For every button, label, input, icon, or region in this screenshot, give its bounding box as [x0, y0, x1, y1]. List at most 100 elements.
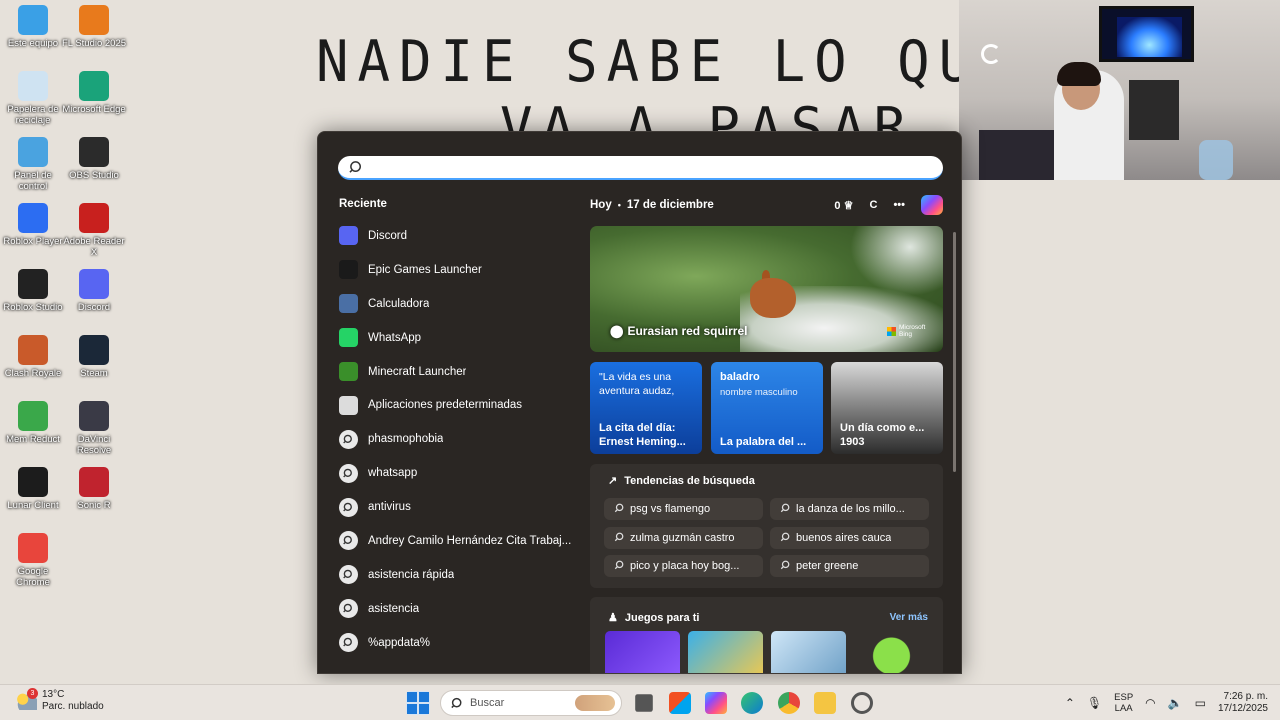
- chevron-up-icon[interactable]: ⌃: [1065, 696, 1075, 710]
- desktop-icon[interactable]: Panel de control: [0, 137, 66, 192]
- desktop-icon[interactable]: FL Studio 2025: [61, 5, 127, 49]
- search-icon: [339, 429, 358, 449]
- edge-icon[interactable]: [741, 692, 763, 714]
- desktop-icon[interactable]: Este equipo: [0, 5, 66, 49]
- desktop-icon[interactable]: Steam: [61, 335, 127, 379]
- copilot-icon[interactable]: [921, 195, 943, 215]
- trend-pill[interactable]: zulma guzmán castro: [604, 527, 763, 549]
- start-menu: Reciente Discord Epic Games Launcher Calcu…: [317, 131, 962, 674]
- desktop-icon-label: Panel de control: [14, 170, 52, 192]
- recent-item[interactable]: %appdata%: [339, 626, 584, 660]
- search-trends: ↗ Tendencias de búsqueda psg vs flamengo…: [590, 464, 943, 588]
- wifi-icon[interactable]: ◠: [1145, 696, 1155, 710]
- trend-pill[interactable]: buenos aires cauca: [770, 527, 929, 549]
- desktop-icon-label: Roblox Player: [3, 236, 63, 247]
- mem-reduct-icon: [18, 401, 48, 431]
- trend-label: psg vs flamengo: [630, 503, 711, 515]
- desktop-icon[interactable]: Mem Reduct: [0, 401, 66, 445]
- game-tile[interactable]: [605, 631, 680, 673]
- epic-games-icon: [339, 260, 358, 280]
- desktop-icon[interactable]: Sonic R: [61, 467, 127, 511]
- chrome-icon[interactable]: [778, 692, 800, 714]
- widgets-header: Hoy • 17 de diciembre 0 ♕ C •••: [590, 192, 943, 218]
- weather-widget[interactable]: 3 13°C Parc. nublado: [15, 688, 104, 713]
- start-button[interactable]: [406, 691, 430, 715]
- recent-item-label: Aplicaciones predeterminadas: [368, 399, 523, 412]
- desktop-icon[interactable]: Google Chrome: [0, 533, 66, 588]
- hero-image-card[interactable]: ⬤ Eurasian red squirrel Microsoft Bing: [590, 226, 943, 352]
- davinci-icon: [79, 401, 109, 431]
- game-tile[interactable]: [771, 631, 846, 673]
- info-cards: "La vida es una aventura audaz, La cita …: [590, 362, 943, 454]
- trend-pill[interactable]: peter greene: [770, 555, 929, 577]
- desktop-icon[interactable]: Discord: [61, 269, 127, 313]
- recent-item[interactable]: Discord: [339, 219, 584, 253]
- recent-item[interactable]: Epic Games Launcher: [339, 253, 584, 287]
- start-search-input[interactable]: [338, 156, 943, 180]
- search-icon: [339, 565, 358, 585]
- taskbar-search-label: Buscar: [470, 697, 505, 709]
- battery-icon[interactable]: ▭: [1195, 696, 1206, 710]
- rewards-points[interactable]: 0 ♕: [834, 199, 853, 212]
- taskbar-search[interactable]: Buscar: [440, 690, 622, 716]
- recent-item[interactable]: antivirus: [339, 490, 584, 524]
- desktop-icon[interactable]: Papelera de reciclaje: [0, 71, 66, 126]
- desktop-icon-label: Sonic R: [77, 500, 111, 511]
- settings-icon[interactable]: [851, 692, 873, 714]
- game-tile[interactable]: [854, 631, 929, 673]
- store-icon[interactable]: [669, 692, 691, 714]
- copilot-taskbar-icon[interactable]: [705, 692, 727, 714]
- recent-item[interactable]: Calculadora: [339, 287, 584, 321]
- microsoft-logo-icon: [887, 326, 896, 336]
- file-explorer-icon[interactable]: [814, 692, 836, 714]
- see-more-link[interactable]: Ver más: [890, 612, 928, 623]
- recent-item[interactable]: phasmophobia: [339, 422, 584, 456]
- desktop-icon[interactable]: Microsoft Edge: [61, 71, 127, 115]
- search-icon: [339, 497, 358, 517]
- volume-icon[interactable]: 🔈: [1168, 696, 1183, 710]
- trend-pill[interactable]: pico y placa hoy bog...: [604, 555, 763, 577]
- bing-badge: Microsoft Bing: [887, 324, 927, 338]
- language-indicator[interactable]: ESP LAA: [1114, 692, 1133, 714]
- recent-item[interactable]: Aplicaciones predeterminadas: [339, 388, 584, 422]
- discord-icon: [339, 226, 358, 246]
- clock[interactable]: 7:26 p. m. 17/12/2025: [1218, 691, 1268, 715]
- chrome-icon: [18, 533, 48, 563]
- desktop-icon[interactable]: Lunar Client: [0, 467, 66, 511]
- microphone-icon[interactable]: 🎙: [1087, 696, 1102, 710]
- scrollbar[interactable]: [953, 232, 956, 472]
- profile-button[interactable]: C: [869, 199, 877, 211]
- recent-item[interactable]: asistencia: [339, 592, 584, 626]
- desktop-icon[interactable]: Clash Royale: [0, 335, 66, 379]
- trend-pill[interactable]: la danza de los millo...: [770, 498, 929, 520]
- desktop-icon[interactable]: OBS Studio: [61, 137, 127, 181]
- desktop-icon[interactable]: DaVinci Resolve: [61, 401, 127, 456]
- discord-icon: [79, 269, 109, 299]
- search-icon: [614, 503, 624, 516]
- recent-item[interactable]: Minecraft Launcher: [339, 355, 584, 389]
- recent-item[interactable]: whatsapp: [339, 456, 584, 490]
- more-options-icon[interactable]: •••: [893, 199, 905, 211]
- recent-item-label: Minecraft Launcher: [368, 365, 467, 378]
- default-apps-icon: [339, 395, 358, 415]
- task-view-icon[interactable]: [635, 694, 653, 712]
- quote-card[interactable]: "La vida es una aventura audaz, La cita …: [590, 362, 702, 454]
- game-tile[interactable]: [688, 631, 763, 673]
- desktop-icon[interactable]: Roblox Player: [0, 203, 66, 247]
- desktop-icon[interactable]: Adobe Reader X: [61, 203, 127, 258]
- recent-item[interactable]: Andrey Camilo Hernández Cita Trabaj...: [339, 524, 584, 558]
- hero-caption: Eurasian red squirrel: [627, 324, 748, 338]
- desktop-icon-label: Clash Royale: [4, 368, 62, 379]
- recent-item[interactable]: asistencia rápida: [339, 558, 584, 592]
- search-icon: [780, 532, 790, 545]
- word-card[interactable]: baladro nombre masculino La palabra del …: [711, 362, 823, 454]
- monitor-icon: [18, 5, 48, 35]
- recent-list: Discord Epic Games Launcher Calculadora Wha…: [339, 219, 584, 660]
- weather-badge: 3: [27, 688, 38, 699]
- recycle-bin-icon: [18, 71, 48, 101]
- desktop-icon[interactable]: Roblox Studio: [0, 269, 66, 313]
- trend-pill[interactable]: psg vs flamengo: [604, 498, 763, 520]
- recent-item[interactable]: WhatsApp: [339, 321, 584, 355]
- desktop-handwriting-line1: NADIE SABE LO QUE: [316, 28, 1022, 95]
- history-card[interactable]: Un día como e... 1903: [831, 362, 943, 454]
